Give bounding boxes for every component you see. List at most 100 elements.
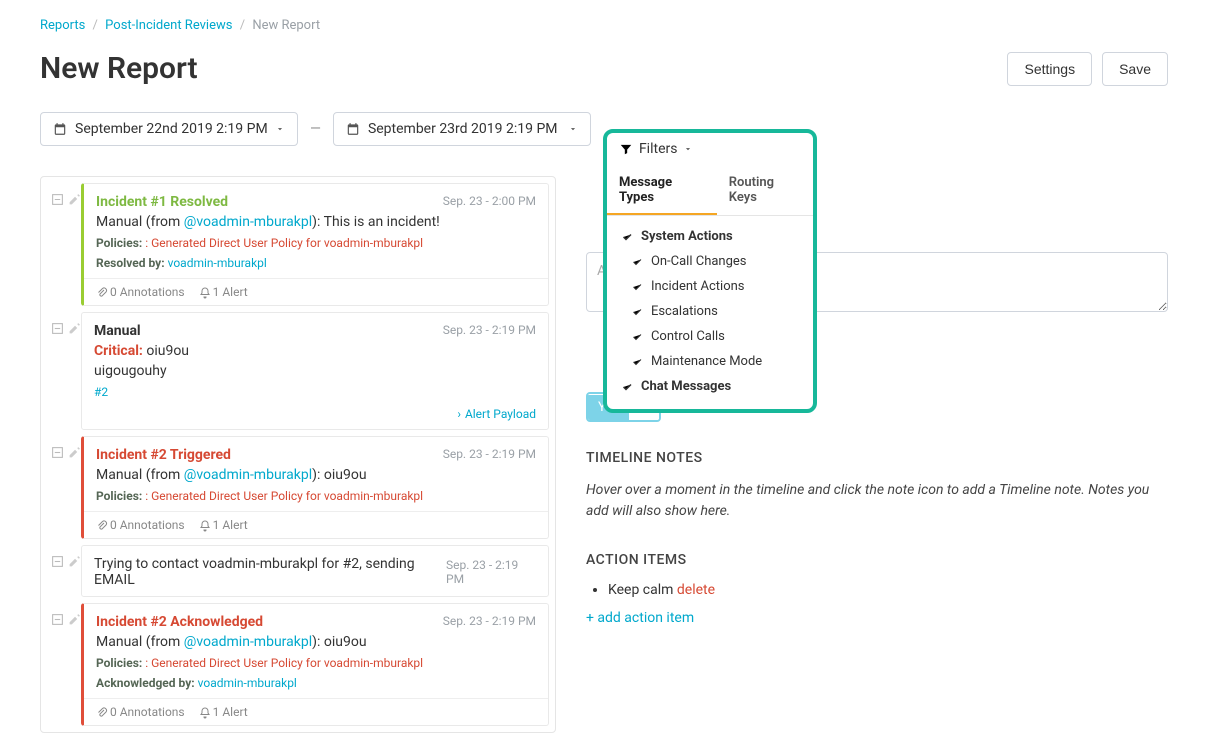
tab-message-types[interactable]: Message Types <box>607 165 717 215</box>
date-to-picker[interactable]: September 23rd 2019 2:19 PM <box>333 112 591 146</box>
alert-payload-link[interactable]: ›Alert Payload <box>82 407 548 429</box>
alerts-count[interactable]: 1 Alert <box>199 518 248 532</box>
edit-icon[interactable] <box>68 322 81 335</box>
action-items-heading: ACTION ITEMS <box>586 552 1168 568</box>
timeline-notes-hint: Hover over a moment in the timeline and … <box>586 480 1168 522</box>
resolved-by-line: Resolved by: voadmin-mburakpl <box>96 256 536 270</box>
alerts-count[interactable]: 1 Alert <box>199 705 248 719</box>
check-icon <box>631 281 643 293</box>
timestamp: Sep. 23 - 2:19 PM <box>443 447 536 461</box>
timestamp: Sep. 23 - 2:19 PM <box>446 558 536 586</box>
user-link[interactable]: @voadmin-mburakpl <box>184 634 312 650</box>
settings-button[interactable]: Settings <box>1007 52 1092 86</box>
collapse-icon[interactable] <box>51 193 64 206</box>
contact-text: Trying to contact voadmin-mburakpl for #… <box>94 556 446 588</box>
check-icon <box>621 381 633 393</box>
calendar-icon <box>53 122 67 136</box>
policies-line: Policies: : Generated Direct User Policy… <box>96 236 536 250</box>
filter-chat-messages[interactable]: Chat Messages <box>607 374 813 399</box>
filter-control-calls[interactable]: Control Calls <box>607 324 813 349</box>
policy-link[interactable]: : Generated Direct User Policy for voadm… <box>145 489 423 503</box>
user-link[interactable]: voadmin-mburakpl <box>168 256 267 270</box>
filter-icon <box>619 142 633 156</box>
edit-icon[interactable] <box>68 555 81 568</box>
card-gutter <box>47 603 81 726</box>
date-from-picker[interactable]: September 22nd 2019 2:19 PM <box>40 112 298 146</box>
card-line: Manual (from @voadmin-mburakpl): oiu9ou <box>96 634 536 650</box>
incident-card-acknowledged[interactable]: Sep. 23 - 2:19 PM Incident #2 Acknowledg… <box>81 603 549 726</box>
filter-incident-actions[interactable]: Incident Actions <box>607 274 813 299</box>
filters-label: Filters <box>639 141 678 157</box>
card-gutter <box>47 545 81 603</box>
incident-card-resolved[interactable]: Sep. 23 - 2:00 PM Incident #1 Resolved M… <box>81 183 549 306</box>
card-gutter <box>47 436 81 545</box>
breadcrumb-current: New Report <box>252 18 320 33</box>
action-item: Keep calm delete <box>608 582 1168 598</box>
breadcrumb-reports[interactable]: Reports <box>40 18 85 33</box>
paperclip-icon <box>96 287 108 299</box>
edit-icon[interactable] <box>68 193 81 206</box>
policy-link[interactable]: : Generated Direct User Policy for voadm… <box>145 656 423 670</box>
tab-routing-keys[interactable]: Routing Keys <box>717 165 813 215</box>
collapse-icon[interactable] <box>51 446 64 459</box>
date-from-label: September 22nd 2019 2:19 PM <box>75 121 268 137</box>
save-button[interactable]: Save <box>1102 52 1168 86</box>
breadcrumb: Reports / Post-Incident Reviews / New Re… <box>40 10 1168 51</box>
bell-icon <box>199 520 211 532</box>
annotations-count[interactable]: 0 Annotations <box>96 285 185 299</box>
annotations-count[interactable]: 0 Annotations <box>96 518 185 532</box>
user-link[interactable]: @voadmin-mburakpl <box>184 467 312 483</box>
acknowledged-by-line: Acknowledged by: voadmin-mburakpl <box>96 676 536 690</box>
chevron-down-icon <box>275 124 285 134</box>
critical-line: Critical: oiu9ou <box>94 343 536 359</box>
check-icon <box>631 356 643 368</box>
calendar-icon <box>346 122 360 136</box>
chevron-down-icon <box>568 124 578 134</box>
incident-ref-link[interactable]: #2 <box>94 385 536 399</box>
bell-icon <box>199 287 211 299</box>
edit-icon[interactable] <box>68 613 81 626</box>
edit-icon[interactable] <box>68 446 81 459</box>
check-icon <box>631 331 643 343</box>
collapse-icon[interactable] <box>51 613 64 626</box>
policy-link[interactable]: : Generated Direct User Policy for voadm… <box>145 236 423 250</box>
filter-on-call-changes[interactable]: On-Call Changes <box>607 249 813 274</box>
filter-system-actions[interactable]: System Actions <box>607 224 813 249</box>
timestamp: Sep. 23 - 2:00 PM <box>443 194 536 208</box>
policies-line: Policies: : Generated Direct User Policy… <box>96 489 536 503</box>
check-icon <box>631 306 643 318</box>
user-link[interactable]: @voadmin-mburakpl <box>184 214 312 230</box>
page-title: New Report <box>40 51 198 86</box>
collapse-icon[interactable] <box>51 322 64 335</box>
add-action-item-link[interactable]: + add action item <box>586 610 1168 626</box>
card-text: uigougouhy <box>94 363 536 379</box>
alerts-count[interactable]: 1 Alert <box>199 285 248 299</box>
delete-action-link[interactable]: delete <box>677 582 715 598</box>
date-range-separator: — <box>310 121 321 137</box>
breadcrumb-post-incident-reviews[interactable]: Post-Incident Reviews <box>105 18 232 33</box>
check-icon <box>621 231 633 243</box>
manual-alert-card[interactable]: Sep. 23 - 2:19 PM Manual Critical: oiu9o… <box>81 312 549 430</box>
collapse-icon[interactable] <box>51 555 64 568</box>
card-gutter <box>47 183 81 312</box>
filters-panel: Filters Message Types Routing Keys Syste… <box>603 129 817 413</box>
chevron-down-icon <box>683 144 693 154</box>
timestamp: Sep. 23 - 2:19 PM <box>443 323 536 337</box>
user-link[interactable]: voadmin-mburakpl <box>198 676 297 690</box>
contact-attempt-card[interactable]: Trying to contact voadmin-mburakpl for #… <box>81 545 549 597</box>
timeline: Sep. 23 - 2:00 PM Incident #1 Resolved M… <box>40 176 556 733</box>
incident-card-triggered[interactable]: Sep. 23 - 2:19 PM Incident #2 Triggered … <box>81 436 549 539</box>
check-icon <box>631 256 643 268</box>
card-gutter <box>47 312 81 436</box>
filters-button[interactable]: Filters <box>607 133 813 165</box>
policies-line: Policies: : Generated Direct User Policy… <box>96 656 536 670</box>
card-line: Manual (from @voadmin-mburakpl): This is… <box>96 214 536 230</box>
filter-maintenance-mode[interactable]: Maintenance Mode <box>607 349 813 374</box>
timestamp: Sep. 23 - 2:19 PM <box>443 614 536 628</box>
paperclip-icon <box>96 520 108 532</box>
card-line: Manual (from @voadmin-mburakpl): oiu9ou <box>96 467 536 483</box>
annotations-count[interactable]: 0 Annotations <box>96 705 185 719</box>
filter-escalations[interactable]: Escalations <box>607 299 813 324</box>
date-to-label: September 23rd 2019 2:19 PM <box>368 121 558 137</box>
timeline-notes-heading: TIMELINE NOTES <box>586 450 1168 466</box>
